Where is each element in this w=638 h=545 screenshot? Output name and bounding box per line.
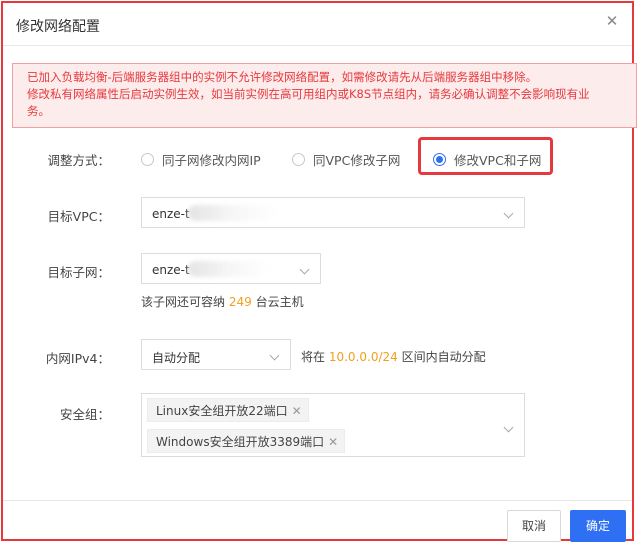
- tag-label: Linux安全组开放22端口: [156, 404, 288, 418]
- chevron-down-icon: [299, 264, 310, 275]
- close-icon[interactable]: ✕: [602, 11, 622, 31]
- capacity-count: 249: [228, 295, 252, 309]
- alert-line-3: 务。: [27, 104, 50, 118]
- selection-highlight: [418, 137, 553, 175]
- ipv4-value: 自动分配: [152, 351, 201, 365]
- redacted-text: [188, 261, 270, 277]
- tag-label: Windows安全组开放3389端口: [156, 435, 325, 449]
- target-vpc-select[interactable]: enze-t: [141, 197, 525, 228]
- alert-line-1: 已加入负载均衡-后端服务器组中的实例不允许修改网络配置，如需修改请先从后端服务器…: [27, 70, 538, 84]
- radio-label: 同VPC修改子网: [313, 153, 401, 168]
- chevron-down-icon: [503, 208, 514, 219]
- subnet-capacity-hint: 该子网还可容纳 249 台云主机: [141, 293, 304, 310]
- ip-range: 10.0.0.0/24: [328, 350, 398, 364]
- chevron-down-icon: [269, 350, 280, 361]
- footer-divider: [3, 500, 632, 501]
- radio-same-vpc-subnet[interactable]: 同VPC修改子网: [292, 150, 400, 169]
- chevron-down-icon: [503, 422, 514, 433]
- warning-alert: 已加入负载均衡-后端服务器组中的实例不允许修改网络配置，如需修改请先从后端服务器…: [12, 63, 637, 128]
- security-group-tag: Windows安全组开放3389端口 ✕: [147, 429, 346, 453]
- hint-text: 该子网还可容纳: [141, 295, 226, 309]
- target-vpc-value: enze-t: [152, 207, 190, 221]
- target-vpc-label: 目标VPC：: [47, 209, 110, 224]
- ipv4-select[interactable]: 自动分配: [141, 339, 291, 370]
- target-subnet-value: enze-t: [152, 263, 190, 277]
- ipv4-range-hint: 将在 10.0.0.0/24 区间内自动分配: [301, 348, 486, 365]
- tag-close-icon[interactable]: ✕: [292, 404, 302, 418]
- radio-icon[interactable]: [141, 153, 154, 166]
- radio-icon[interactable]: [292, 153, 305, 166]
- adjust-method-label: 调整方式：: [47, 153, 110, 168]
- target-subnet-label: 目标子网：: [47, 265, 110, 280]
- alert-line-2: 修改私有网络属性后启动实例生效，如当前实例在高可用组内或K8S节点组内，请务必确…: [27, 87, 590, 101]
- cancel-button[interactable]: 取消: [507, 510, 561, 542]
- confirm-button[interactable]: 确定: [570, 510, 626, 542]
- dialog-header: 修改网络配置 ✕: [3, 3, 632, 46]
- radio-label: 同子网修改内网IP: [162, 153, 261, 168]
- ipv4-label: 内网IPv4：: [45, 351, 110, 366]
- security-group-tag: Linux安全组开放22端口 ✕: [147, 398, 309, 422]
- hint-text: 台云主机: [255, 295, 304, 309]
- redacted-text: [188, 205, 278, 221]
- radio-same-subnet-ip[interactable]: 同子网修改内网IP: [141, 150, 261, 169]
- target-subnet-select[interactable]: enze-t: [141, 253, 321, 284]
- hint-text: 区间内自动分配: [401, 350, 486, 364]
- tag-close-icon[interactable]: ✕: [328, 435, 338, 449]
- dialog-title: 修改网络配置: [16, 19, 100, 35]
- hint-text: 将在: [301, 350, 326, 364]
- security-group-label: 安全组：: [59, 407, 110, 422]
